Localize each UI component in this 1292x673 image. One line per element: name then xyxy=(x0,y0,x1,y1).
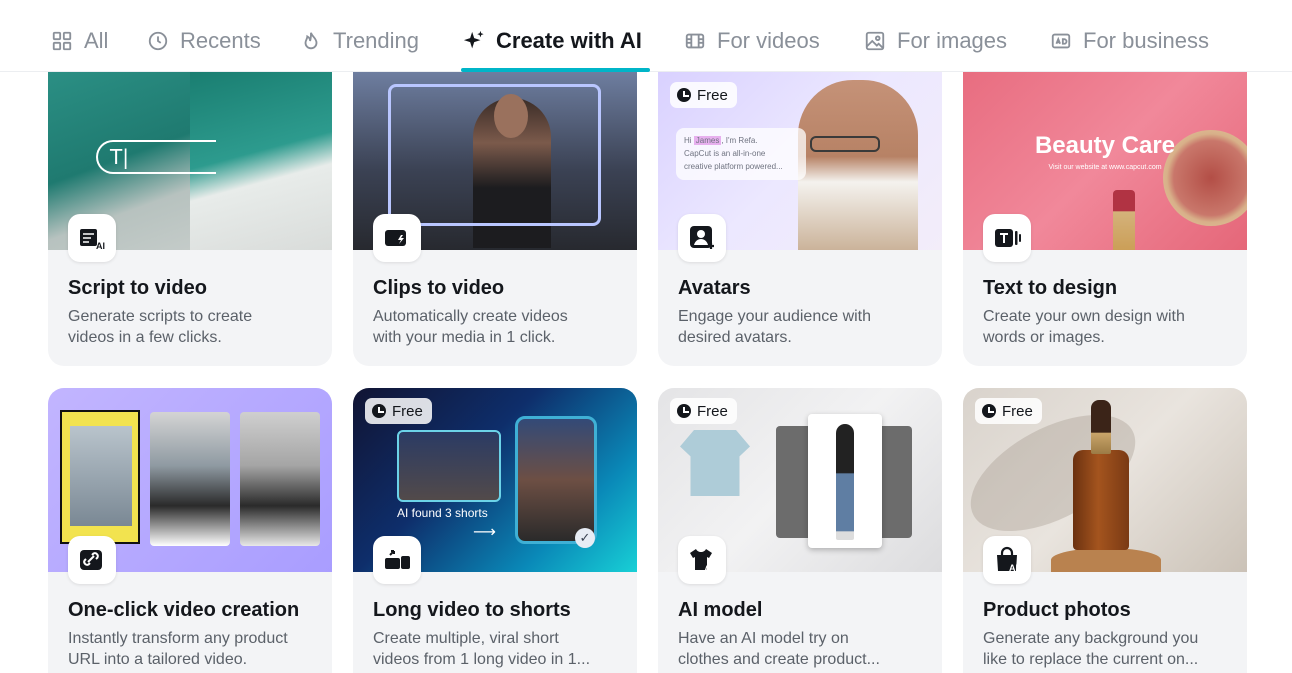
image-icon xyxy=(863,29,887,53)
tab-label: For images xyxy=(897,28,1008,53)
category-tabs: All Recents Trending Create with AI For … xyxy=(0,0,1292,72)
card-description: Create your own design with words or imag… xyxy=(983,308,1185,346)
tab-for-images[interactable]: For images xyxy=(863,24,1007,58)
arrow-icon: ⟶ xyxy=(473,524,496,541)
thumb-caption: AI found 3 shorts xyxy=(397,506,488,520)
tab-for-videos[interactable]: For videos xyxy=(683,24,820,58)
free-badge: Free xyxy=(670,398,737,424)
card-one-click-video[interactable]: One-click video creation Instantly trans… xyxy=(48,388,332,673)
tab-label: For business xyxy=(1083,28,1209,53)
tab-for-business[interactable]: For business xyxy=(1049,24,1209,58)
flame-icon xyxy=(299,29,323,53)
check-icon: ✓ xyxy=(575,528,595,548)
tab-label: Create with AI xyxy=(496,28,642,53)
link-video-icon xyxy=(68,536,116,584)
card-title: One-click video creation xyxy=(68,599,300,621)
clips-icon xyxy=(373,214,421,262)
chat-bubble: Hi James, I'm Refa. CapCut is an all-in-… xyxy=(676,128,806,180)
card-description: Automatically create videos with your med… xyxy=(373,308,568,346)
card-title: Avatars xyxy=(678,277,751,299)
card-long-video-to-shorts[interactable]: AI found 3 shorts ⟶ ✓ Free Long video to… xyxy=(353,388,637,673)
card-description: Generate any background you like to repla… xyxy=(983,630,1199,668)
free-badge: Free xyxy=(975,398,1042,424)
svg-text:AI: AI xyxy=(96,241,105,251)
card-title: Product photos xyxy=(983,599,1131,621)
tab-recents[interactable]: Recents xyxy=(146,24,261,58)
tab-trending[interactable]: Trending xyxy=(299,24,419,58)
free-badge: Free xyxy=(365,398,432,424)
card-ai-model[interactable]: Free AI AI model Have an AI model try on… xyxy=(658,388,942,673)
card-clips-to-video[interactable]: Clips to video Automatically create vide… xyxy=(353,72,637,366)
card-description: Instantly transform any product URL into … xyxy=(68,630,288,668)
card-description: Engage your audience with desired avatars… xyxy=(678,308,872,346)
free-badge: Free xyxy=(670,82,737,108)
sparkle-icon xyxy=(462,29,486,53)
clock-icon xyxy=(677,404,691,418)
card-product-photos[interactable]: Free AI Product photos Generate any back… xyxy=(963,388,1247,673)
clock-icon xyxy=(146,29,170,53)
tab-label: Recents xyxy=(180,28,261,53)
card-title: Clips to video xyxy=(373,277,505,299)
avatar-icon xyxy=(678,214,726,262)
shirt-ai-icon: AI xyxy=(678,536,726,584)
card-title: Long video to shorts xyxy=(373,599,571,621)
card-description: Have an AI model try on clothes and creat… xyxy=(678,630,880,668)
clock-icon xyxy=(982,404,996,418)
script-ai-icon: AI xyxy=(68,214,116,262)
ad-icon xyxy=(1049,29,1073,53)
clock-icon xyxy=(372,404,386,418)
card-title: Script to video xyxy=(68,277,207,299)
shorts-icon xyxy=(373,536,421,584)
card-script-to-video[interactable]: T| AI Script to video Generate scripts t… xyxy=(48,72,332,366)
clock-icon xyxy=(677,88,691,102)
thumb-subline: Visit our website at www.capcut.com xyxy=(1048,164,1162,171)
card-description: Create multiple, viral short videos from … xyxy=(373,630,591,668)
bag-ai-icon: AI xyxy=(983,536,1031,584)
svg-text:AI: AI xyxy=(1009,563,1018,573)
svg-text:AI: AI xyxy=(704,564,713,574)
card-title: Text to design xyxy=(983,277,1118,299)
thumb-headline: Beauty Care xyxy=(1034,132,1176,159)
card-description: Generate scripts to create videos in a fe… xyxy=(68,308,253,346)
grid-icon xyxy=(50,29,74,53)
film-icon xyxy=(683,29,707,53)
card-title: AI model xyxy=(678,599,763,621)
tab-label: For videos xyxy=(717,28,820,53)
card-avatars[interactable]: Hi James, I'm Refa. CapCut is an all-in-… xyxy=(658,72,942,366)
text-design-icon xyxy=(983,214,1031,262)
card-text-to-design[interactable]: Beauty Care Visit our website at www.cap… xyxy=(963,72,1247,366)
tab-all[interactable]: All xyxy=(50,24,108,58)
text-cursor-graphic: T| xyxy=(110,145,129,169)
tab-create-with-ai[interactable]: Create with AI xyxy=(462,24,642,58)
tab-label: Trending xyxy=(333,28,420,53)
tab-label: All xyxy=(84,28,109,53)
